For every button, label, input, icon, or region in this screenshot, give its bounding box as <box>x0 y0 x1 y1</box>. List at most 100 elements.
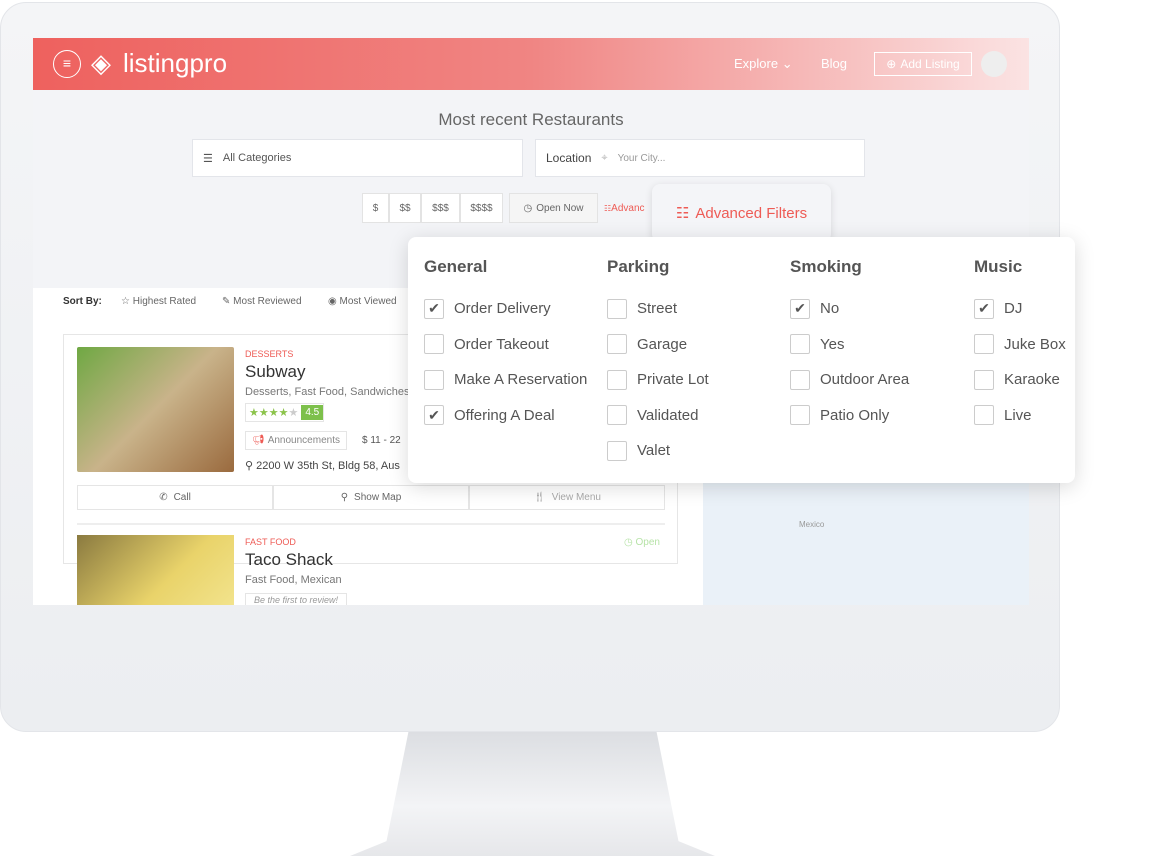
checkbox[interactable] <box>607 440 627 461</box>
filter-option[interactable]: Private Lot <box>607 362 709 398</box>
filter-option-label: Make A Reservation <box>454 371 588 389</box>
filter-option[interactable]: Valet <box>607 433 709 469</box>
site-header: ≡ ◈ listingpro Explore ⌄ Blog ⊕ Add Listi… <box>33 38 1029 90</box>
chevron-down-icon: ⌄ <box>781 56 793 71</box>
checkbox[interactable] <box>424 369 444 390</box>
advanced-filters-tab[interactable]: ☷ Advanced Filters <box>652 184 831 242</box>
price-4[interactable]: $$$$ <box>460 193 503 223</box>
price-filter: $ $$ $$$ $$$$ <box>362 193 503 223</box>
clock-icon: ◷ <box>523 202 533 214</box>
nav-explore[interactable]: Explore ⌄ <box>734 56 793 72</box>
listing-image[interactable] <box>77 347 234 472</box>
checkbox[interactable] <box>974 334 994 355</box>
advanced-filters-link[interactable]: ☷Advanc <box>604 203 645 214</box>
checkbox[interactable] <box>424 334 444 355</box>
filter-option[interactable]: ✔ Offering A Deal <box>424 398 587 434</box>
check-icon: ✔ <box>794 300 806 317</box>
checkbox[interactable] <box>974 405 994 426</box>
checkbox[interactable] <box>607 405 627 426</box>
filter-option-label: Order Delivery <box>454 300 551 318</box>
layers-logo-icon: ◈ <box>91 48 111 78</box>
check-icon: ✔ <box>978 300 990 317</box>
checkbox[interactable] <box>974 369 994 390</box>
listing-tags: Desserts, Fast Food, Sandwiches <box>245 386 410 398</box>
nav-blog[interactable]: Blog <box>821 56 847 71</box>
price-1[interactable]: $ <box>362 193 389 223</box>
checkbox[interactable] <box>790 405 810 426</box>
page-title: Most recent Restaurants <box>438 110 624 129</box>
call-button[interactable]: ✆ Call <box>77 485 273 510</box>
review-prompt[interactable]: Be the first to review! <box>245 593 348 605</box>
filter-column-parking: Parking Street Garage Private Lot Validated V… <box>607 257 709 469</box>
advanced-link-label: Advanc <box>611 203 645 214</box>
sort-highest-rated[interactable]: ☆ Highest Rated <box>121 296 196 307</box>
sort-option-label: Highest Rated <box>132 296 197 307</box>
filter-option[interactable]: Juke Box <box>974 327 1066 363</box>
rating-stars: ★★★★ ★ 4.5 <box>245 403 325 422</box>
checkbox[interactable]: ✔ <box>424 298 444 319</box>
price-2[interactable]: $$ <box>389 193 421 223</box>
view-menu-label: View Menu <box>551 492 601 503</box>
open-status: ◷ Open <box>624 537 660 548</box>
checkbox[interactable] <box>607 369 627 390</box>
filter-option[interactable]: ✔ No <box>790 291 909 327</box>
price-3[interactable]: $$$ <box>421 193 460 223</box>
filter-option[interactable]: Karaoke <box>974 362 1066 398</box>
checkbox[interactable] <box>607 334 627 355</box>
logo[interactable]: listingpro <box>123 48 227 79</box>
open-now-button[interactable]: ◷ Open Now <box>509 193 598 223</box>
checkbox[interactable]: ✔ <box>424 405 444 426</box>
filter-option-label: Validated <box>637 406 699 424</box>
filter-option[interactable]: Order Takeout <box>424 327 587 363</box>
filter-option[interactable]: Patio Only <box>790 398 909 434</box>
filter-column-title: General <box>424 257 488 276</box>
menu-icon[interactable]: ≡ <box>53 50 81 78</box>
sort-most-reviewed[interactable]: ✎ Most Reviewed <box>222 296 302 307</box>
listing-category[interactable]: DESSERTS <box>245 349 293 359</box>
add-listing-button[interactable]: ⊕ Add Listing <box>874 52 972 76</box>
filter-option-label: Yes <box>820 335 845 353</box>
sort-most-viewed[interactable]: ◉ Most Viewed <box>328 296 397 307</box>
checkbox[interactable]: ✔ <box>974 298 994 319</box>
utensils-icon: 🍴︎ <box>533 492 546 503</box>
filter-option[interactable]: ✔ Order Delivery <box>424 291 587 327</box>
map-pin-icon: ⚲ <box>245 460 254 472</box>
open-now-label: Open Now <box>536 202 584 214</box>
filter-option-label: Patio Only <box>820 406 890 424</box>
avatar[interactable] <box>981 51 1007 77</box>
category-select[interactable]: ☰ All Categories <box>192 139 523 177</box>
open-status-label: Open <box>635 537 660 548</box>
announcements-button[interactable]: 📢︎ Announcements <box>245 431 347 450</box>
view-menu-button[interactable]: 🍴︎ View Menu <box>469 485 665 510</box>
checkbox[interactable] <box>607 298 627 319</box>
checkbox[interactable] <box>790 334 810 355</box>
pin-icon: ⚲ <box>340 492 349 503</box>
sort-option-label: Most Viewed <box>339 296 397 307</box>
phone-icon: ✆ <box>159 492 168 503</box>
listing-actions: ✆ Call ⚲ Show Map 🍴︎ View Menu <box>77 485 665 510</box>
listing-image[interactable] <box>77 535 234 605</box>
check-icon: ✔ <box>428 300 440 317</box>
advanced-filters-label: Advanced Filters <box>695 204 808 222</box>
megaphone-icon: 📢︎ <box>252 435 265 446</box>
checkbox[interactable] <box>790 369 810 390</box>
show-map-button[interactable]: ⚲ Show Map <box>273 485 469 510</box>
listing-category[interactable]: FAST FOOD <box>245 537 296 547</box>
nav-explore-label: Explore <box>734 56 779 71</box>
filter-option[interactable]: Street <box>607 291 709 327</box>
checkbox[interactable]: ✔ <box>790 298 810 319</box>
location-field[interactable]: Location ⌖ Your City... <box>535 139 865 177</box>
filter-option[interactable]: Live <box>974 398 1066 434</box>
filter-option[interactable]: Outdoor Area <box>790 362 909 398</box>
filter-option[interactable]: ✔ DJ <box>974 291 1066 327</box>
filter-option[interactable]: Yes <box>790 327 909 363</box>
category-value: All Categories <box>222 152 292 164</box>
filter-option-label: Live <box>1004 406 1032 424</box>
filter-option-label: DJ <box>1004 300 1023 318</box>
listing-title[interactable]: Taco Shack <box>245 550 333 570</box>
filter-option-label: Garage <box>637 335 688 353</box>
filter-option[interactable]: Garage <box>607 327 709 363</box>
filter-option[interactable]: Validated <box>607 398 709 434</box>
filter-option[interactable]: Make A Reservation <box>424 362 587 398</box>
listing-title[interactable]: Subway <box>245 362 305 382</box>
